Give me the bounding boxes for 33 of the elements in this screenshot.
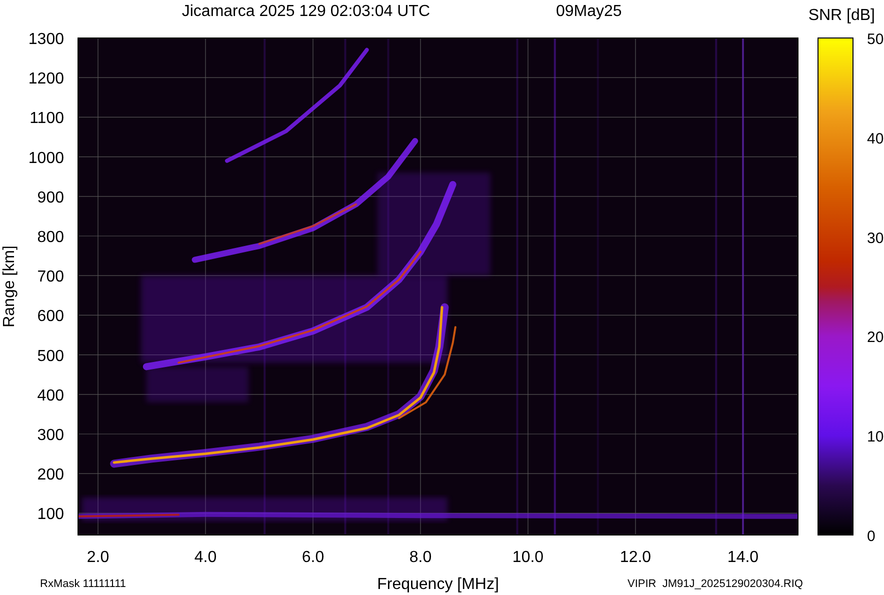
x-axis-tick-label: 14.0 — [727, 549, 759, 566]
y-axis-tick-label: 700 — [37, 268, 64, 286]
y-axis-tick-label: 100 — [37, 506, 64, 524]
plot-title: Jicamarca 2025 129 02:03:04 UTC — [182, 3, 430, 20]
file-name-label: VIPIR JM91J_2025129020304.RIQ — [627, 578, 803, 590]
x-axis-tick-label: 8.0 — [409, 549, 432, 566]
y-axis-label: Range [km] — [1, 246, 18, 328]
rx-mask-label: RxMask 11111111 — [40, 578, 126, 590]
x-axis-tick-label: 4.0 — [194, 549, 217, 566]
y-axis-tick-label: 400 — [37, 387, 64, 404]
colorbar-tick-label: 10 — [867, 428, 884, 446]
y-axis-tick-label: 300 — [37, 427, 64, 444]
colorbar-tick-label: 0 — [867, 528, 876, 545]
colorbar-tick-label: 40 — [867, 130, 884, 148]
y-axis-tick-label: 1200 — [28, 70, 64, 88]
y-axis-tick-label: 500 — [37, 348, 64, 365]
x-axis-tick-label: 2.0 — [86, 549, 110, 566]
x-axis-tick-label: 10.0 — [512, 549, 544, 566]
y-axis-tick-label: 1300 — [28, 31, 64, 48]
colorbar-tick-label: 20 — [867, 329, 884, 346]
y-axis-tick-label: 1000 — [28, 150, 64, 167]
x-axis-tick-label: 6.0 — [302, 549, 324, 566]
y-axis-tick-label: 800 — [37, 229, 64, 246]
x-axis-tick-label: 12.0 — [620, 549, 652, 566]
colorbar-tick-label: 50 — [867, 31, 884, 48]
y-axis-tick-label: 1100 — [30, 110, 64, 128]
colorbar-title: SNR [dB] — [808, 7, 875, 24]
plot-date: 09May25 — [556, 3, 622, 20]
x-axis-label: Frequency [MHz] — [377, 576, 499, 593]
y-axis-tick-label: 900 — [37, 189, 64, 206]
colorbar-tick-label: 30 — [867, 230, 884, 247]
y-axis-tick-label: 200 — [37, 466, 64, 484]
y-axis-tick-label: 600 — [37, 308, 64, 326]
